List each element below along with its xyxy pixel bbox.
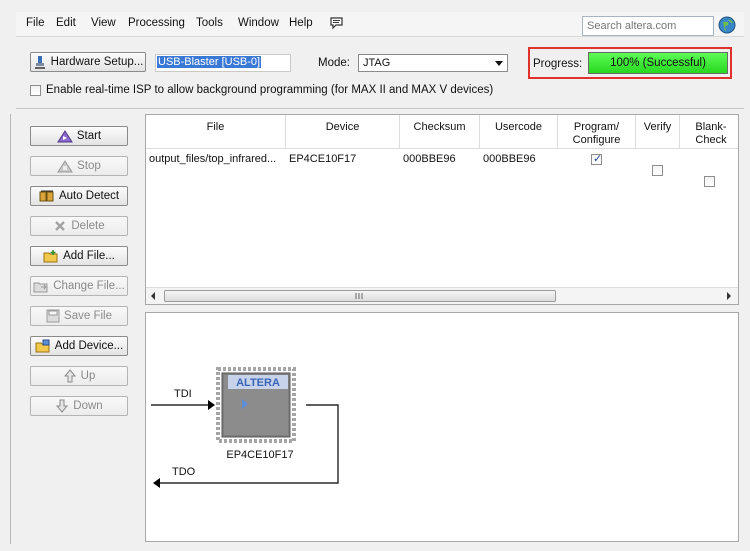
add-file-label: Add File... [63,250,115,262]
hardware-value: USB-Blaster [USB-0] [157,56,262,68]
divider [10,114,11,544]
mode-select[interactable]: JTAG [358,54,508,72]
change-file-label: Change File... [53,280,125,292]
globe-icon[interactable] [718,16,736,34]
blank-check-checkbox[interactable] [704,176,715,187]
up-button[interactable]: Up [30,366,128,386]
scroll-left-icon[interactable] [150,292,156,300]
folder-change-icon [33,282,48,293]
stop-icon [57,160,74,173]
down-label: Down [73,400,103,412]
mode-value: JTAG [363,57,391,69]
delete-label: Delete [71,220,105,232]
tdi-label: TDI [174,388,192,400]
file-table: File Device Checksum Usercode Program/ C… [145,114,739,305]
hardware-setup-label: Hardware Setup... [50,56,144,68]
chip-brand: ALTERA [236,377,280,389]
add-file-button[interactable]: Add File... [30,246,128,266]
verify-checkbox[interactable] [652,165,663,176]
isp-label: Enable real-time ISP to allow background… [46,84,494,96]
row-file: output_files/top_infrared... [149,153,277,165]
progress-label: Progress: [533,58,583,70]
add-device-label: Add Device... [54,340,124,352]
column-header-usercode[interactable]: Usercode [480,115,558,149]
chevron-down-icon [495,61,503,66]
column-header-file[interactable]: File [146,115,286,149]
arrow-up-icon [63,369,76,383]
usb-blaster-icon [34,56,45,69]
row-device: EP4CE10F17 [289,153,357,165]
column-header-blank-check[interactable]: Blank- Check [680,115,738,149]
up-label: Up [80,370,96,382]
folder-add-icon [43,250,58,263]
start-button[interactable]: Start [30,126,128,146]
menu-bar: File Edit View Processing Tools Window H… [16,12,744,37]
menu-processing[interactable]: Processing [128,17,185,29]
divider [16,108,744,109]
down-button[interactable]: Down [30,396,128,416]
horizontal-scrollbar[interactable] [146,287,738,304]
folder-add-icon [35,339,50,353]
tdo-label: TDO [172,466,196,478]
menu-window[interactable]: Window [238,17,279,29]
search-input[interactable] [583,17,713,35]
menu-view[interactable]: View [91,17,116,29]
scroll-right-icon[interactable] [726,292,732,300]
row-checksum: 000BBE96 [403,153,456,165]
menu-file[interactable]: File [26,17,45,29]
chat-bubble-icon[interactable] [329,15,345,34]
grip-icon [355,293,363,299]
menu-tools[interactable]: Tools [196,17,223,29]
chip-device-label: EP4CE10F17 [226,449,293,461]
save-file-button[interactable]: Save File [30,306,128,326]
row-usercode: 000BBE96 [483,153,536,165]
save-file-label: Save File [64,310,112,322]
isp-checkbox[interactable] [30,84,41,96]
column-header-checksum[interactable]: Checksum [400,115,480,149]
hardware-setup-button[interactable]: Hardware Setup... [30,52,146,72]
column-header-program-configure[interactable]: Program/ Configure [558,115,636,149]
search-box[interactable] [582,16,714,36]
close-icon [55,221,66,231]
chip-icon[interactable]: ALTERA [216,367,296,443]
save-icon [46,309,60,323]
menu-edit[interactable]: Edit [56,17,76,29]
column-header-device[interactable]: Device [286,115,400,149]
program-configure-checkbox[interactable] [591,152,602,165]
auto-detect-button[interactable]: Auto Detect [30,186,128,206]
auto-detect-icon [39,190,54,202]
progress-text: 100% (Successful) [610,57,706,69]
delete-button[interactable]: Delete [30,216,128,236]
add-device-button[interactable]: Add Device... [30,336,128,356]
stop-label: Stop [77,160,101,172]
jtag-chain-diagram: TDI ALTERA EP4CE10F17 TDO [151,367,339,488]
isp-option: Enable real-time ISP to allow background… [30,84,493,96]
start-icon [56,130,73,143]
start-label: Start [76,130,102,142]
jtag-chain-panel: TDI ALTERA EP4CE10F17 TDO [145,312,739,542]
menu-help[interactable]: Help [289,17,313,29]
progress-bar: 100% (Successful) [588,52,728,74]
auto-detect-label: Auto Detect [58,190,120,202]
scrollbar-thumb[interactable] [164,290,556,302]
change-file-button[interactable]: Change File... [30,276,128,296]
hardware-field[interactable]: USB-Blaster [USB-0] [155,54,291,72]
arrow-down-icon [56,399,69,413]
column-header-verify[interactable]: Verify [636,115,680,149]
arrow-left-icon [153,478,160,488]
stop-button[interactable]: Stop [30,156,128,176]
arrow-right-icon [208,400,215,410]
mode-label: Mode: [318,57,350,69]
